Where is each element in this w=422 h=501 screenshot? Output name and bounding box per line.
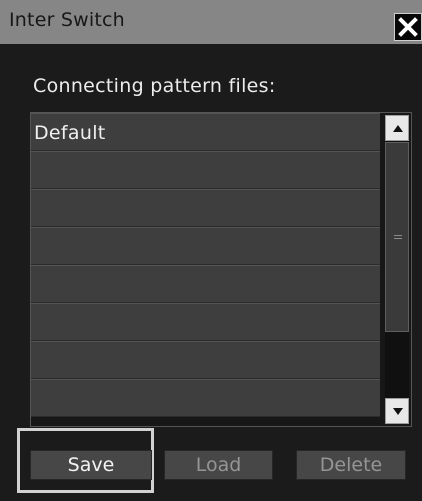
list-item-label: Default	[34, 122, 106, 144]
window-title: Inter Switch	[9, 9, 125, 31]
close-button[interactable]	[394, 13, 422, 41]
scroll-down-icon	[393, 408, 403, 415]
connecting-pattern-label: Connecting pattern files:	[33, 75, 276, 97]
list-item[interactable]	[31, 227, 380, 265]
list-item[interactable]	[31, 303, 380, 341]
delete-button[interactable]: Delete	[296, 450, 406, 480]
list-item[interactable]	[31, 379, 380, 417]
title-bar: Inter Switch	[0, 0, 422, 44]
list-item[interactable]	[31, 265, 380, 303]
list-rows: Default	[31, 113, 380, 417]
vertical-scrollbar[interactable]	[385, 115, 409, 424]
list-item[interactable]	[31, 341, 380, 379]
grip-line	[394, 238, 402, 239]
scroll-down-button[interactable]	[385, 398, 409, 424]
grip-line	[394, 235, 402, 236]
scroll-up-icon	[393, 125, 403, 132]
save-button[interactable]: Save	[30, 450, 152, 480]
pattern-file-list[interactable]: Default	[30, 112, 412, 427]
list-item[interactable]	[31, 189, 380, 227]
close-icon	[398, 17, 418, 37]
inter-switch-dialog: Inter Switch Connecting pattern files: D…	[0, 0, 422, 501]
list-item[interactable]: Default	[31, 113, 380, 151]
scroll-up-button[interactable]	[385, 115, 409, 141]
scroll-thumb[interactable]	[385, 142, 409, 332]
load-button[interactable]: Load	[164, 450, 273, 480]
list-item[interactable]	[31, 151, 380, 189]
